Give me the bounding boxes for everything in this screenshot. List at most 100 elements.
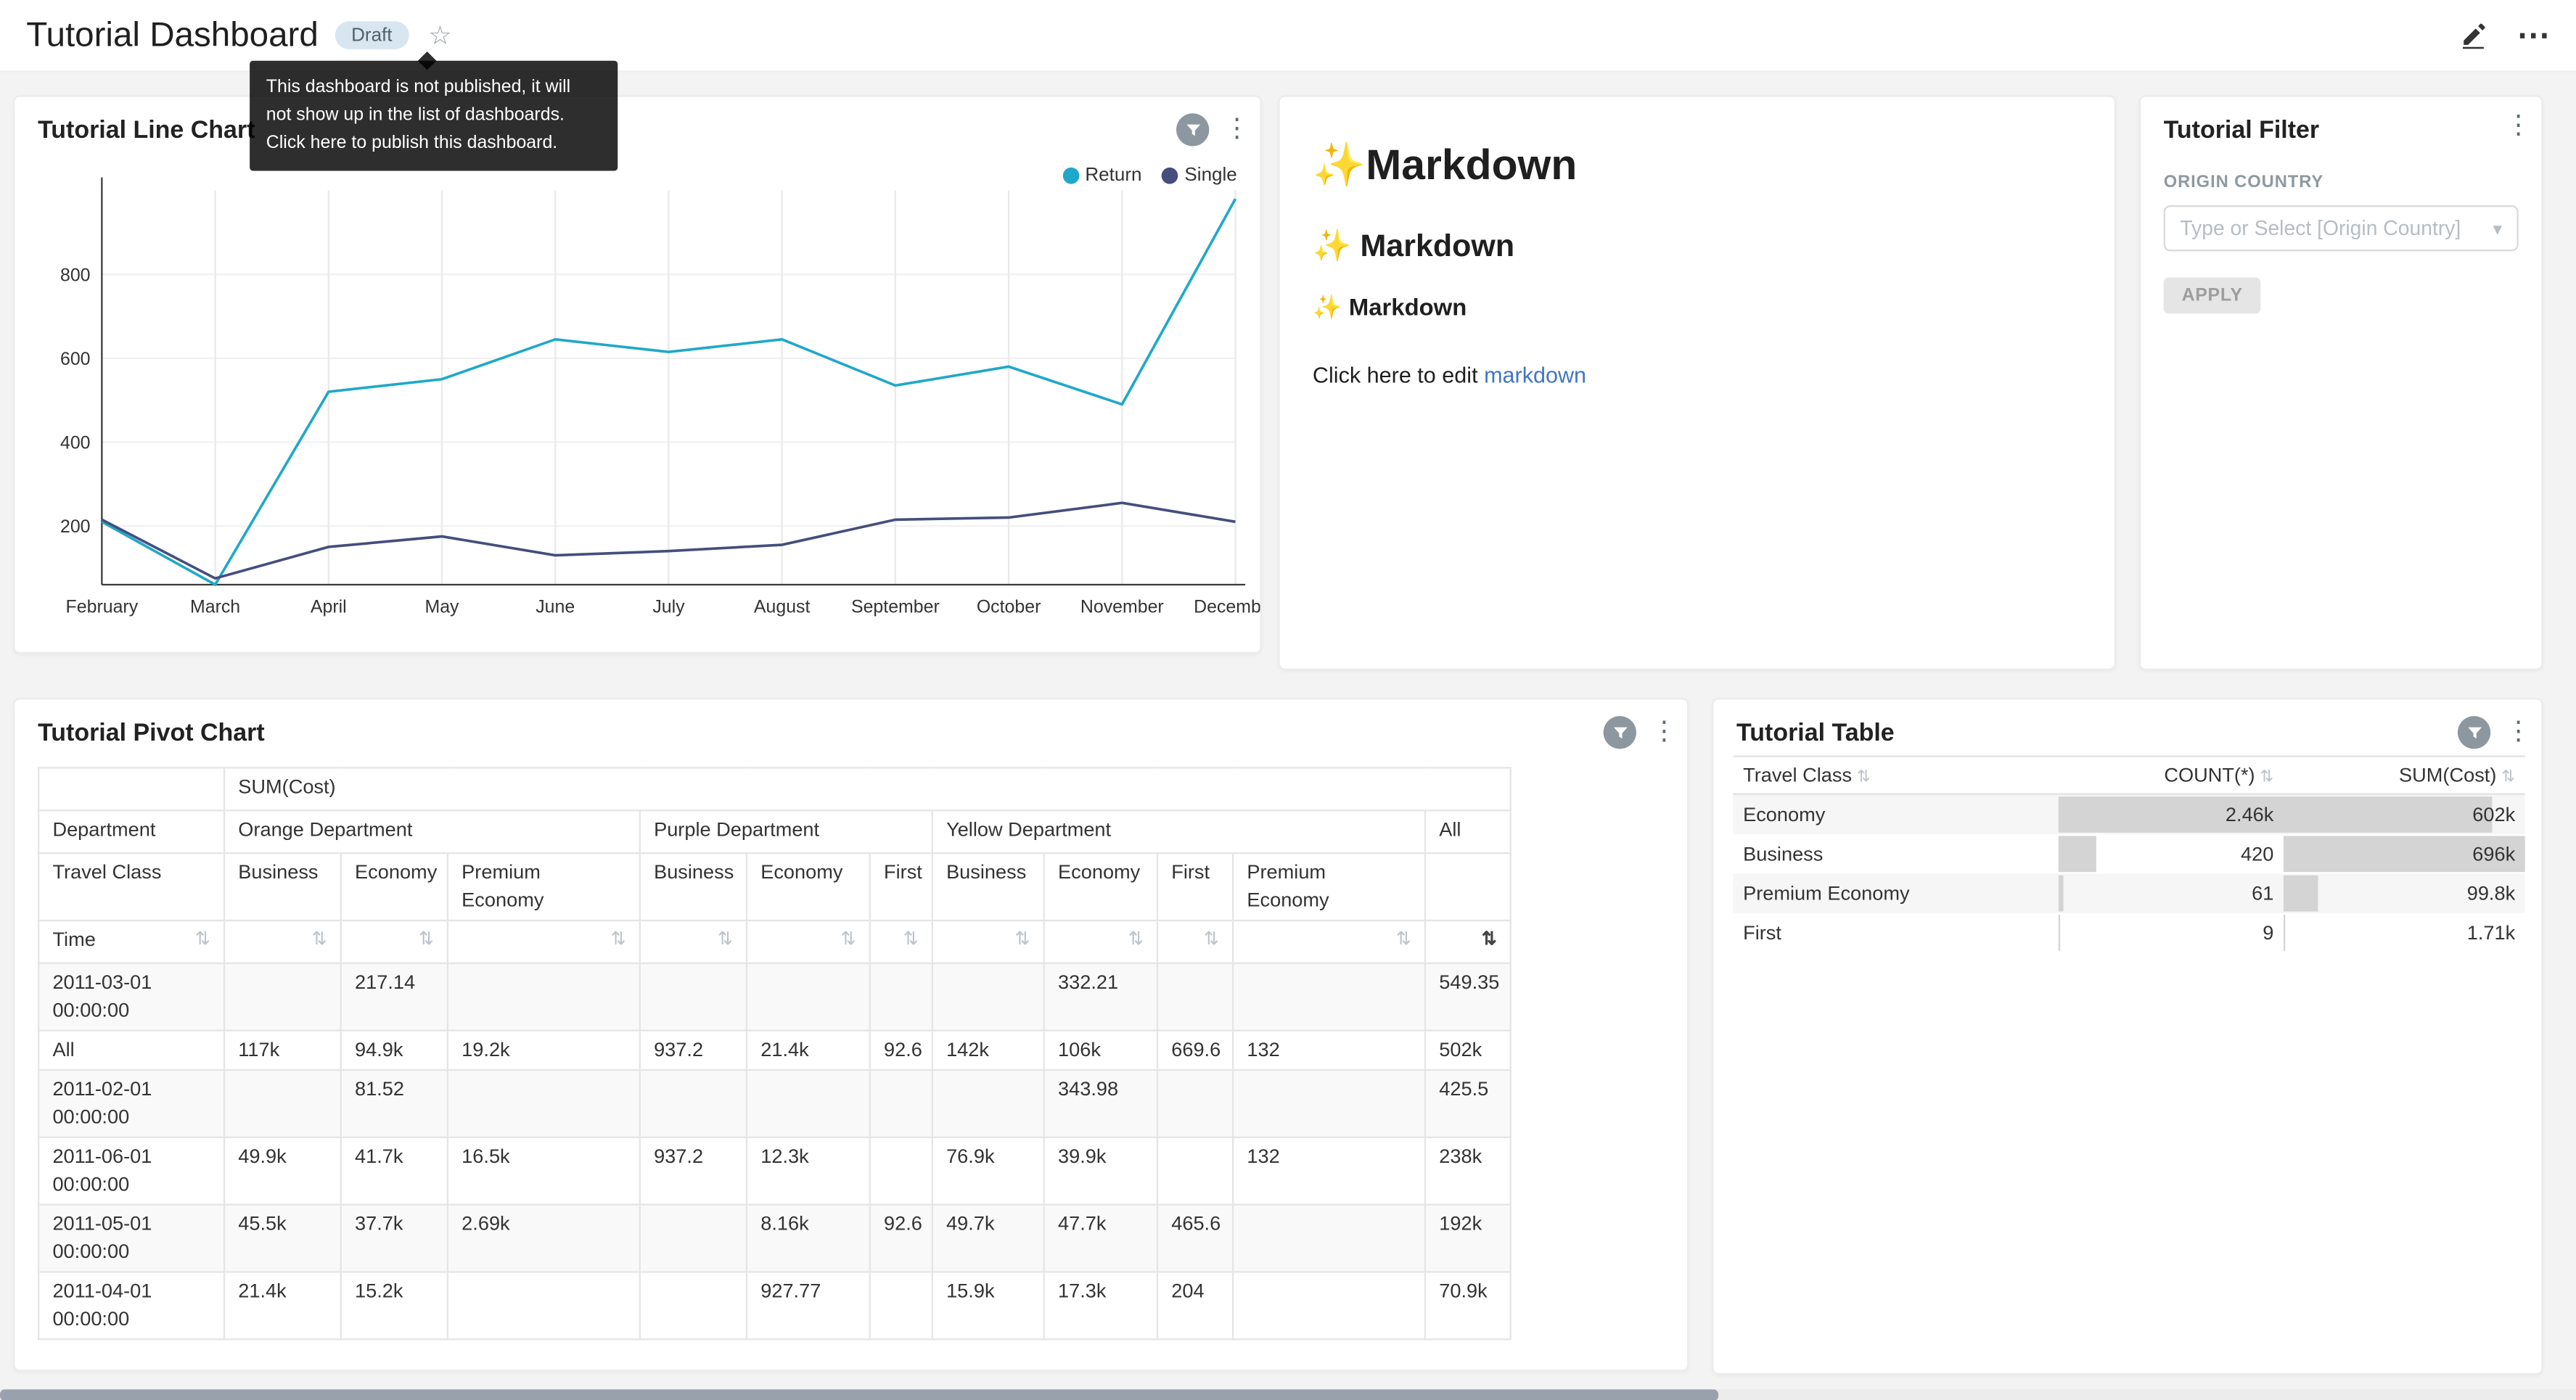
kebab-menu-icon[interactable]: ⋮ (2506, 113, 2525, 139)
filter-scope-icon[interactable] (1176, 113, 1209, 146)
pivot-data-row: 2011-03-01 00:00:00217.14332.21549.35 (38, 963, 1511, 1031)
pivot-col-label: Economy (341, 853, 448, 921)
markdown-edit-link[interactable]: markdown (1484, 363, 1586, 387)
pivot-row-label: 2011-04-01 00:00:00 (38, 1272, 224, 1339)
kebab-menu-icon[interactable]: ⋮ (2506, 720, 2525, 746)
column-header-sum-cost[interactable]: SUM(Cost)⇅ (2284, 757, 2525, 794)
pivot-row-label: 2011-05-01 00:00:00 (38, 1205, 224, 1272)
x-tick-label: October (977, 596, 1041, 617)
pivot-value-cell: 12.3k (747, 1137, 870, 1205)
sort-icon[interactable]: ⇅ (1015, 926, 1030, 954)
value-bar (2059, 875, 2064, 911)
sort-icon: ⇅ (2260, 769, 2273, 787)
x-tick-label: September (851, 596, 940, 617)
pivot-value-cell: 70.9k (1425, 1272, 1511, 1339)
table-title: Tutorial Table (1736, 720, 1895, 747)
pivot-value-cell (224, 963, 341, 1031)
favorite-star-icon[interactable]: ☆ (428, 19, 451, 52)
markdown-h2: ✨ Markdown (1313, 226, 2082, 265)
sort-icon[interactable]: ⇅ (611, 926, 626, 954)
sort-active-icon[interactable]: ⇅ (1482, 926, 1497, 954)
sort-icon[interactable]: ⇅ (903, 926, 919, 954)
x-tick-label: May (425, 596, 460, 617)
pivot-col-label: Business (932, 853, 1044, 921)
line-chart-svg[interactable]: FebruaryMarchAprilMayJuneJulyAugustSepte… (15, 162, 1261, 639)
x-tick-label: July (652, 596, 685, 617)
apply-button[interactable]: APPLY (2164, 278, 2261, 314)
cell-value: 2.46k (2226, 803, 2273, 826)
pivot-value-cell (870, 1070, 932, 1137)
pivot-value-cell: 669.6 (1157, 1031, 1233, 1070)
y-tick-label: 600 (60, 349, 91, 369)
status-badge[interactable]: Draft (335, 21, 409, 49)
kebab-menu-icon[interactable]: ⋮ (1224, 117, 1244, 143)
pivot-time-row: Time⇅ ⇅ ⇅ ⇅ ⇅ ⇅ ⇅ ⇅ ⇅ ⇅ ⇅ ⇅ (38, 921, 1511, 963)
pivot-col-label: Premium Economy (1233, 853, 1425, 921)
table-row: Premium Economy6199.8k (1734, 873, 2525, 912)
filter-card: Tutorial Filter ⋮ ORIGIN COUNTRY Type or… (2139, 95, 2543, 670)
pivot-value-cell: 132 (1233, 1031, 1425, 1070)
sort-icon[interactable]: ⇅ (1128, 926, 1144, 954)
markdown-h1: ✨Markdown (1313, 139, 2082, 190)
pivot-value-cell: 45.5k (224, 1205, 341, 1272)
cell-value: 420 (2241, 841, 2273, 865)
count-cell: 2.46k (2059, 794, 2284, 833)
pivot-value-cell: 81.52 (341, 1070, 448, 1137)
pivot-value-cell: 937.2 (640, 1137, 747, 1205)
pivot-value-cell (747, 963, 870, 1031)
sort-icon[interactable]: ⇅ (718, 926, 733, 954)
x-tick-label: November (1080, 596, 1164, 617)
sort-icon[interactable]: ⇅ (195, 926, 210, 954)
pivot-value-cell: 204 (1157, 1272, 1233, 1339)
pivot-data-row: 2011-04-01 00:00:0021.4k15.2k927.7715.9k… (38, 1272, 1511, 1339)
tutorial-table: Travel Class⇅ COUNT(*)⇅ SUM(Cost)⇅ Econo… (1734, 755, 2525, 952)
column-header-travel-class[interactable]: Travel Class⇅ (1734, 757, 2059, 794)
pivot-value-cell: 92.6 (870, 1205, 932, 1272)
sort-icon[interactable]: ⇅ (419, 926, 434, 954)
origin-country-select[interactable]: Type or Select [Origin Country] ▾ (2164, 205, 2519, 251)
pivot-value-cell: 425.5 (1425, 1070, 1511, 1137)
sum-cell: 99.8k (2284, 873, 2525, 912)
pivot-value-cell (870, 1137, 932, 1205)
card-actions: ⋮ (1176, 113, 1244, 146)
edit-icon[interactable] (2459, 21, 2487, 49)
horizontal-scrollbar (0, 1389, 2576, 1400)
pivot-value-cell (640, 963, 747, 1031)
pivot-value-cell: 21.4k (224, 1272, 341, 1339)
cell-value: 9 (2263, 921, 2273, 944)
filter-scope-icon[interactable] (1604, 716, 1636, 749)
pivot-value-cell: 41.7k (341, 1137, 448, 1205)
sum-cell: 696k (2284, 833, 2525, 873)
pivot-table: SUM(Cost) Department Orange Department P… (38, 767, 1511, 1340)
count-cell: 61 (2059, 873, 2284, 912)
pivot-value-cell: 19.2k (448, 1031, 640, 1070)
card-actions: ⋮ (2506, 113, 2525, 139)
table-row: Business420696k (1734, 833, 2525, 873)
markdown-paragraph-text: Click here to edit (1313, 363, 1484, 387)
scrollbar-thumb[interactable] (0, 1389, 1718, 1400)
column-header-count[interactable]: COUNT(*)⇅ (2059, 757, 2284, 794)
pivot-value-cell (870, 1272, 932, 1339)
pivot-empty-cell (38, 767, 224, 810)
pivot-data-row: All117k94.9k19.2k937.221.4k92.6142k106k6… (38, 1031, 1511, 1070)
pivot-value-cell: 502k (1425, 1031, 1511, 1070)
table-row: Economy2.46k602k (1734, 794, 2525, 833)
markdown-body: ✨Markdown ✨ Markdown ✨ Markdown Click he… (1280, 97, 2114, 421)
sort-icon[interactable]: ⇅ (1204, 926, 1219, 954)
pivot-value-cell: 92.6 (870, 1031, 932, 1070)
kebab-menu-icon[interactable]: ⋮ (1651, 720, 1670, 746)
sort-icon[interactable]: ⇅ (841, 926, 856, 954)
pivot-value-cell (640, 1272, 747, 1339)
more-menu-icon[interactable]: ⋯ (2516, 19, 2549, 52)
pivot-value-cell (747, 1070, 870, 1137)
cell-value: 1.71k (2467, 921, 2515, 944)
pivot-value-cell: 106k (1044, 1031, 1157, 1070)
publish-tooltip[interactable]: This dashboard is not published, it will… (250, 61, 618, 171)
cell-value: 602k (2472, 803, 2515, 826)
filter-scope-icon[interactable] (2458, 716, 2490, 749)
sort-icon[interactable]: ⇅ (312, 926, 327, 954)
sort-icon: ⇅ (1857, 769, 1871, 787)
filter-title: Tutorial Filter (2164, 117, 2319, 144)
tooltip-line: not show up in the list of dashboards. (266, 102, 602, 129)
sort-icon[interactable]: ⇅ (1396, 926, 1411, 954)
